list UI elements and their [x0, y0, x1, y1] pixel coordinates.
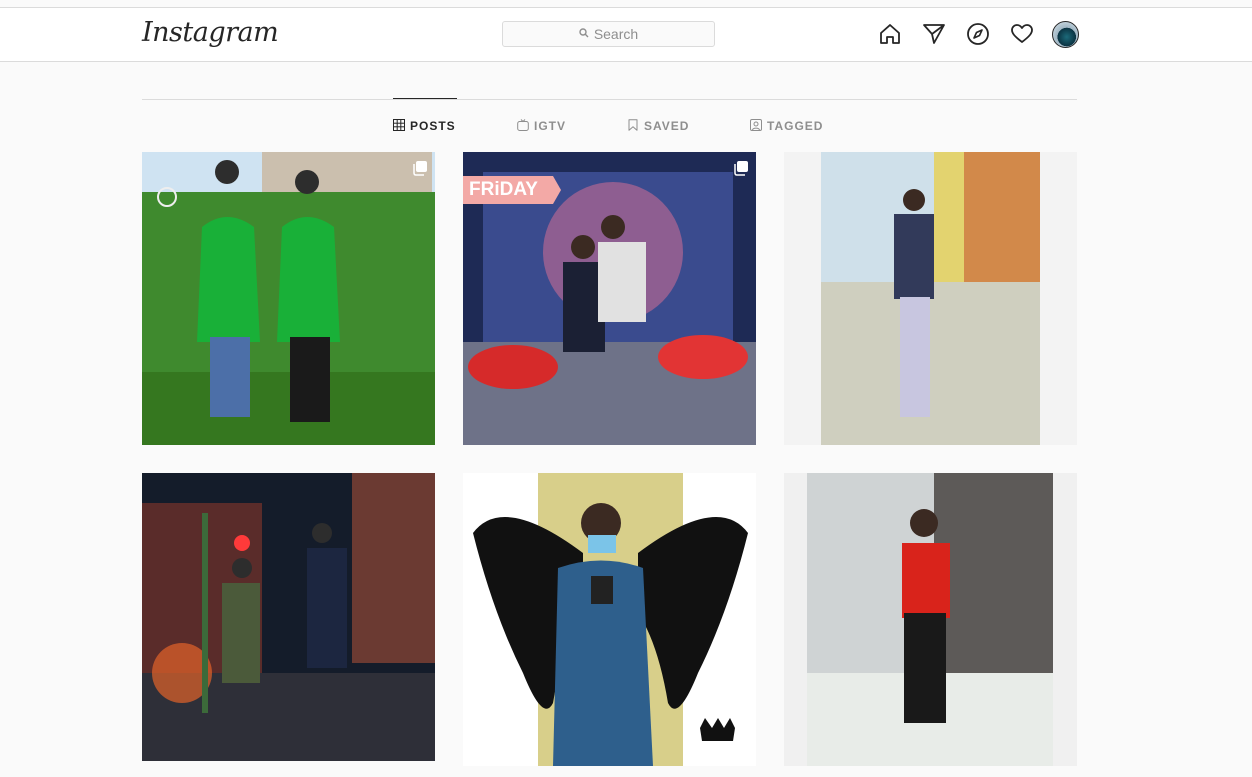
post-tile[interactable]: [463, 473, 756, 766]
top-navigation-bar: Instagram Search: [0, 8, 1252, 62]
multiple-photos-icon: [733, 160, 749, 176]
tagged-person-icon: [750, 118, 762, 134]
igtv-icon: [517, 118, 529, 134]
search-icon: [579, 27, 589, 41]
grid-icon: [393, 118, 405, 134]
post-tile[interactable]: [142, 152, 435, 445]
activity-heart-icon[interactable]: [1009, 21, 1035, 47]
tabs-divider: [142, 99, 1077, 100]
profile-avatar[interactable]: [1052, 21, 1079, 48]
multiple-photos-icon: [412, 160, 428, 176]
post-tile[interactable]: [784, 473, 1077, 766]
direct-message-icon[interactable]: [921, 21, 947, 47]
post-overlay-text: FRiDAY: [469, 179, 538, 200]
search-placeholder: Search: [593, 26, 639, 42]
browser-top-strip: [0, 0, 1252, 8]
tab-igtv[interactable]: IGTV: [517, 118, 566, 134]
post-image-mirror-selfie-wings: [463, 473, 756, 766]
home-icon[interactable]: [877, 21, 903, 47]
post-image-field-portrait: [142, 152, 435, 445]
instagram-logo[interactable]: Instagram: [142, 17, 279, 48]
search-input[interactable]: Search: [502, 21, 715, 47]
post-image-night-street: [142, 473, 435, 761]
bookmark-icon: [627, 118, 639, 134]
tab-saved[interactable]: SAVED: [627, 118, 689, 134]
active-tab-indicator: [393, 98, 457, 99]
tab-label: POSTS: [410, 119, 456, 133]
tab-posts[interactable]: POSTS: [393, 118, 456, 134]
tab-tagged[interactable]: TAGGED: [750, 118, 823, 134]
post-tile[interactable]: [142, 473, 435, 761]
tab-label: TAGGED: [767, 119, 824, 133]
post-image-hallway-red-jersey: [784, 473, 1077, 766]
explore-compass-icon[interactable]: [965, 21, 991, 47]
post-image-balcony: [784, 152, 1077, 445]
tab-label: SAVED: [644, 119, 690, 133]
post-tile[interactable]: FRiDAY: [463, 152, 756, 445]
post-tile[interactable]: [784, 152, 1077, 445]
tab-label: IGTV: [534, 119, 567, 133]
